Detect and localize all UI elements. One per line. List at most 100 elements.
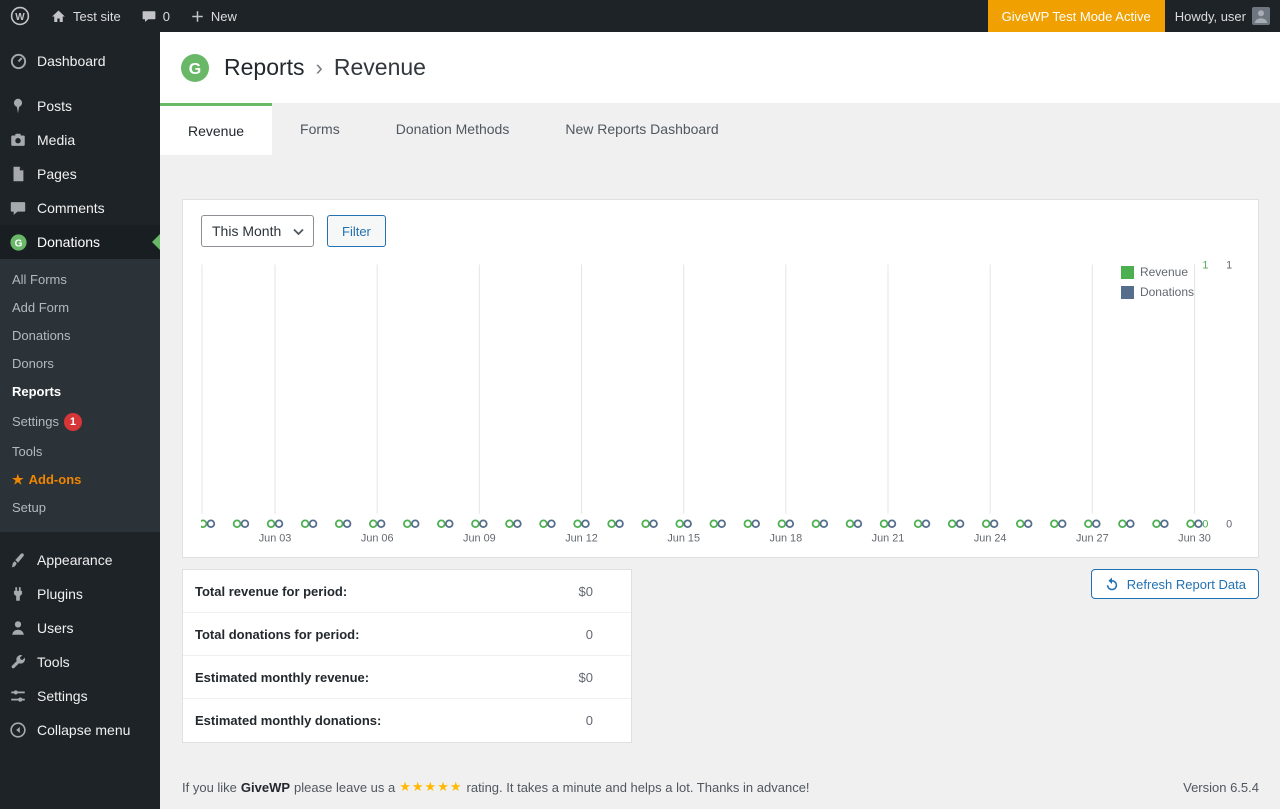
collapse-menu-button[interactable]: Collapse menu (0, 713, 160, 747)
new-content-menu[interactable]: New (180, 0, 247, 32)
table-row: Total donations for period: 0 (183, 613, 631, 656)
svg-text:Jun 09: Jun 09 (463, 533, 496, 545)
admin-bar-right: GiveWP Test Mode Active Howdy, user (987, 0, 1280, 32)
submenu-item-donations[interactable]: Donations (0, 322, 160, 350)
submenu-item-setup[interactable]: Setup (0, 494, 160, 522)
appearance-icon (8, 550, 28, 570)
sidebar-label-users: Users (37, 620, 74, 636)
plugins-icon (8, 584, 28, 604)
breadcrumb-separator: › (315, 54, 323, 80)
tab-donation-methods[interactable]: Donation Methods (368, 103, 538, 155)
chart-area: Jun 03 Jun 06 Jun 09 Jun 12 Jun 15 Jun 18 Jun … (201, 257, 1240, 549)
submenu-item-settings[interactable]: Settings 1 (0, 406, 160, 438)
svg-text:0: 0 (1202, 519, 1208, 531)
tab-label: New Reports Dashboard (565, 121, 719, 137)
page-header: G Reports › Revenue (160, 32, 1280, 103)
submenu-label: Tools (12, 444, 43, 459)
submenu-label: Settings (12, 414, 59, 429)
svg-text:Jun 24: Jun 24 (974, 533, 1007, 545)
chart-controls: This Month Filter (201, 215, 1240, 247)
tab-new-reports-dashboard[interactable]: New Reports Dashboard (537, 103, 746, 155)
submenu-item-addons[interactable]: ★ Add-ons (0, 466, 160, 494)
howdy-label: Howdy, user (1174, 8, 1246, 24)
row-label: Total revenue for period: (195, 583, 348, 599)
revenue-chart-card: This Month Filter Jun 03 Jun 06 Jun 09 Jun … (182, 199, 1259, 558)
tools-icon (8, 652, 28, 672)
wordpress-logo-menu[interactable]: W (0, 0, 40, 32)
my-account-menu[interactable]: Howdy, user (1165, 0, 1280, 32)
tab-forms[interactable]: Forms (272, 103, 368, 155)
svg-text:Jun 06: Jun 06 (361, 533, 394, 545)
sidebar-item-donations[interactable]: G Donations (0, 225, 160, 259)
svg-text:Jun 27: Jun 27 (1076, 533, 1109, 545)
tab-label: Forms (300, 121, 340, 137)
table-row: Total revenue for period: $0 (183, 570, 631, 613)
submenu-item-tools[interactable]: Tools (0, 438, 160, 466)
page-title: Revenue (333, 54, 426, 80)
plus-icon (190, 9, 205, 24)
sidebar-item-tools[interactable]: Tools (0, 645, 160, 679)
sidebar-item-media[interactable]: Media (0, 123, 160, 157)
givewp-icon: G (8, 232, 28, 252)
summary-table: Total revenue for period: $0 Total donat… (182, 569, 632, 743)
refresh-icon (1104, 576, 1120, 592)
submenu-label: Donors (12, 356, 54, 371)
row-value: 0 (585, 626, 593, 642)
submenu-label: Add-ons (28, 472, 82, 487)
comment-icon (141, 8, 157, 24)
svg-text:Jun 30: Jun 30 (1178, 533, 1211, 545)
brand-name: GiveWP (240, 779, 291, 795)
svg-text:G: G (189, 61, 201, 78)
sidebar-label-comments: Comments (37, 200, 105, 216)
admin-sidebar: Dashboard Posts Media Pages Comments G D… (0, 32, 160, 809)
row-value: $0 (578, 583, 593, 599)
sidebar-item-users[interactable]: Users (0, 611, 160, 645)
svg-text:0: 0 (1226, 519, 1232, 531)
sidebar-item-appearance[interactable]: Appearance (0, 543, 160, 577)
submenu-label: All Forms (12, 272, 67, 287)
submenu-item-donors[interactable]: Donors (0, 350, 160, 378)
submenu-label: Setup (12, 500, 46, 515)
sidebar-item-pages[interactable]: Pages (0, 157, 160, 191)
sidebar-item-comments[interactable]: Comments (0, 191, 160, 225)
submenu-item-reports[interactable]: Reports (0, 378, 160, 406)
sidebar-item-posts[interactable]: Posts (0, 89, 160, 123)
legend-swatch-revenue (1120, 265, 1134, 279)
main-content: G Reports › Revenue Revenue Forms Donati… (160, 0, 1280, 805)
revenue-chart: Jun 03 Jun 06 Jun 09 Jun 12 Jun 15 Jun 18 Jun … (201, 257, 1240, 549)
comments-bubble[interactable]: 0 (131, 0, 180, 32)
breadcrumb-reports[interactable]: Reports (224, 54, 305, 81)
home-icon (50, 8, 67, 25)
refresh-report-data-button[interactable]: Refresh Report Data (1090, 569, 1259, 599)
sidebar-item-dashboard[interactable]: Dashboard (0, 44, 160, 78)
test-mode-label: GiveWP Test Mode Active (1001, 8, 1151, 24)
users-icon (8, 618, 28, 638)
wordpress-logo-icon: W (10, 6, 30, 26)
test-mode-badge[interactable]: GiveWP Test Mode Active (987, 0, 1165, 32)
svg-text:1: 1 (1226, 259, 1232, 271)
sidebar-item-settings[interactable]: Settings (0, 679, 160, 713)
submenu-item-all-forms[interactable]: All Forms (0, 266, 160, 294)
sidebar-item-plugins[interactable]: Plugins (0, 577, 160, 611)
sidebar-label-donations: Donations (37, 234, 101, 250)
svg-text:Jun 03: Jun 03 (259, 533, 292, 545)
site-name-link[interactable]: Test site (40, 0, 131, 32)
rating-text-post: rating. It takes a minute and helps a lo… (466, 779, 810, 795)
sidebar-label-appearance: Appearance (37, 552, 113, 568)
comments-count: 0 (162, 8, 170, 24)
dashboard-icon (8, 51, 28, 71)
legend-item-donations[interactable]: Donations (1120, 285, 1194, 299)
period-select[interactable]: This Month (201, 215, 314, 247)
legend-item-revenue[interactable]: Revenue (1120, 265, 1194, 279)
submenu-label: Reports (12, 384, 62, 399)
admin-bar: W Test site 0 New GiveWP Test Mode Activ… (0, 0, 1280, 32)
below-chart-row: Total revenue for period: $0 Total donat… (182, 569, 1259, 743)
tab-revenue[interactable]: Revenue (160, 103, 273, 155)
star-rating-link[interactable]: ★★★★★ (399, 779, 462, 795)
submenu-item-add-form[interactable]: Add Form (0, 294, 160, 322)
row-label: Estimated monthly donations: (195, 713, 382, 728)
filter-button[interactable]: Filter (327, 215, 386, 247)
comments-icon (8, 198, 28, 218)
sidebar-label-dashboard: Dashboard (37, 53, 106, 69)
avatar (1252, 7, 1270, 25)
